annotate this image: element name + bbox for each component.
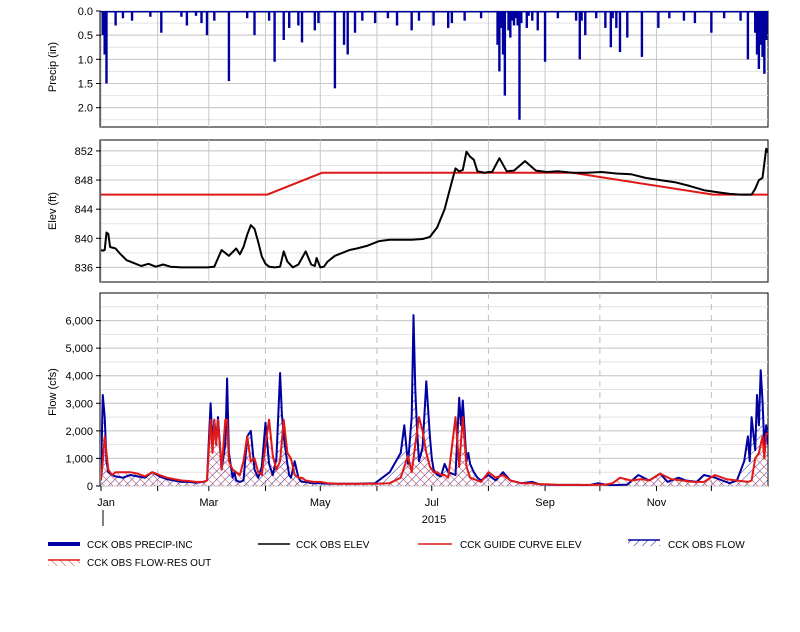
- multi-panel-chart: 0.0 0.5 1.0 1.5 2.0 836 840 844 848 852 0 1,000 2,00…: [47, 6, 769, 569]
- elev-y-tick-label: 852: [75, 146, 93, 158]
- precip-y-tick-label: 2.0: [78, 103, 93, 115]
- precip-bar: [227, 11, 231, 82]
- flow-y-tick-label: 0: [87, 481, 93, 493]
- precip-y-tick-label: 0.0: [78, 6, 93, 18]
- legend-item-guide-curve: CCK GUIDE CURVE ELEV: [418, 540, 582, 551]
- x-tick-label: Nov: [647, 497, 667, 509]
- precip-bar: [432, 11, 435, 26]
- precip-bar: [395, 11, 399, 26]
- flow-y-tick-label: 6,000: [65, 316, 93, 328]
- elev-y-tick-label: 836: [75, 262, 93, 274]
- precip-bar: [536, 11, 539, 31]
- precip-y-tick-label: 0.5: [78, 30, 93, 42]
- precip-panel-frame: [99, 10, 769, 128]
- precip-bar: [498, 11, 501, 72]
- precip-bar: [297, 11, 300, 26]
- flow-y-tick-label: 2,000: [65, 426, 93, 438]
- precip-bar: [353, 11, 357, 33]
- precip-bar: [693, 11, 697, 24]
- precip-bar: [503, 11, 507, 96]
- precip-bar: [604, 11, 607, 28]
- precip-bar: [273, 11, 276, 62]
- legend-item-obs-elev: CCK OBS ELEV: [258, 540, 370, 551]
- precip-bar: [288, 11, 291, 28]
- precip-bar: [410, 11, 413, 31]
- precip-bar: [447, 11, 450, 28]
- elev-y-tick-label: 848: [75, 175, 93, 187]
- elev-panel-frame: [99, 139, 769, 283]
- precip-bar: [105, 11, 108, 84]
- precip-bar: [640, 11, 644, 57]
- x-tick-label: Jul: [425, 497, 439, 509]
- x-tick-label: May: [310, 497, 331, 509]
- precip-bar: [114, 11, 117, 26]
- precip-y-axis-label: Precip (in): [47, 42, 59, 92]
- precip-bar: [346, 11, 349, 55]
- precip-bar: [253, 11, 256, 36]
- x-tick-label: Sep: [535, 497, 555, 509]
- legend-label-precip: CCK OBS PRECIP-INC: [87, 540, 193, 551]
- precip-bar: [373, 11, 377, 24]
- x-tick-label: Jan: [97, 497, 115, 509]
- precip-y-tick-label: 1.0: [78, 54, 93, 66]
- precip-y-tick-label: 1.5: [78, 79, 93, 91]
- precip-bar: [200, 11, 203, 24]
- flow-y-tick-label: 3,000: [65, 398, 93, 410]
- precip-bar: [543, 11, 547, 62]
- flow-y-axis-label: Flow (cfs): [47, 368, 59, 416]
- precip-bar: [160, 11, 163, 33]
- precip-bar: [313, 11, 317, 31]
- precip-bar: [618, 11, 622, 53]
- precip-bar: [300, 11, 304, 43]
- precip-bar: [766, 11, 768, 26]
- legend-label-obs-elev: CCK OBS ELEV: [296, 540, 370, 551]
- elev-y-axis-label: Elev (ft): [47, 192, 59, 230]
- legend-item-obs-flow: CCK OBS FLOW: [628, 539, 745, 551]
- precip-bar: [746, 11, 750, 60]
- elev-y-tick-label: 844: [75, 204, 93, 216]
- precip-bar: [317, 11, 320, 24]
- legend-item-precip: CCK OBS PRECIP-INC: [48, 540, 193, 551]
- precip-bar: [450, 11, 454, 24]
- precip-bar: [710, 11, 713, 33]
- precip-bar: [518, 11, 521, 120]
- legend-label-guide-curve: CCK GUIDE CURVE ELEV: [460, 540, 582, 551]
- flow-y-tick-label: 4,000: [65, 371, 93, 383]
- legend: CCK OBS PRECIP-INC CCK OBS ELEV CCK GUID…: [48, 539, 745, 569]
- x-tick-label: Mar: [199, 497, 218, 509]
- precip-bar: [615, 11, 618, 28]
- flow-y-tick-label: 5,000: [65, 343, 93, 355]
- flow-y-tick-label: 1,000: [65, 453, 93, 465]
- elev-y-tick-label: 840: [75, 233, 93, 245]
- precip-bar: [657, 11, 660, 28]
- precip-bar: [333, 11, 337, 89]
- x-axis-year-label: 2015: [422, 514, 446, 526]
- precip-bar: [205, 11, 209, 36]
- legend-label-obs-flow: CCK OBS FLOW: [668, 540, 745, 551]
- precip-bar: [584, 11, 587, 36]
- precip-bar: [626, 11, 629, 38]
- legend-label-res-out: CCK OBS FLOW-RES OUT: [87, 558, 211, 569]
- precip-bar: [185, 11, 189, 26]
- precip-bar: [342, 11, 346, 45]
- legend-item-res-out: CCK OBS FLOW-RES OUT: [48, 558, 211, 569]
- precip-bar: [282, 11, 285, 40]
- chart-container: 0.0 0.5 1.0 1.5 2.0 836 840 844 848 852 0 1,000 2,00…: [0, 0, 800, 627]
